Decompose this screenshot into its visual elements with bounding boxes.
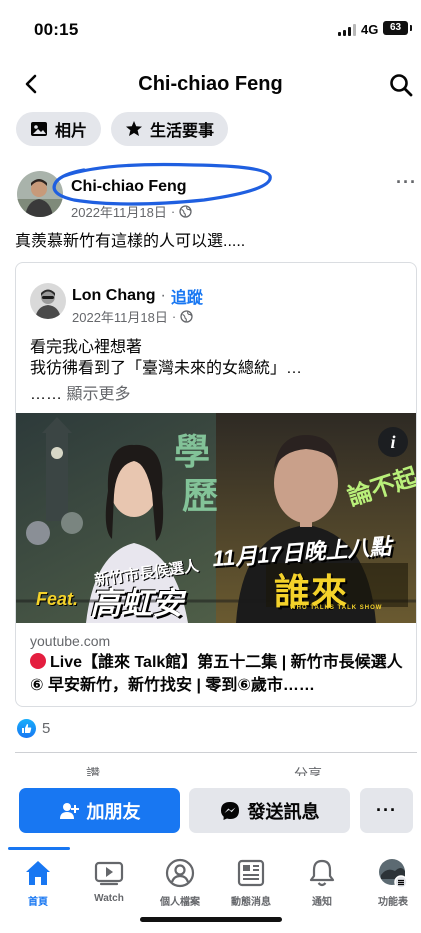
- battery-icon: 63: [383, 21, 412, 35]
- follow-link[interactable]: 追蹤: [171, 284, 203, 308]
- home-indicator: [140, 917, 282, 922]
- see-more-ellipsis: ……: [30, 386, 62, 403]
- post-date[interactable]: 2022年11月18日: [71, 202, 167, 221]
- menu-avatar-icon: [379, 859, 408, 889]
- tab-profile[interactable]: 個人檔案: [145, 857, 215, 913]
- like-reaction-icon: [17, 719, 36, 738]
- link-title[interactable]: Live【誰來 Talk館】第五十二集 | 新竹市長候選人⑥ 早安新竹，新竹找安…: [30, 651, 410, 697]
- nav-header: Chi-chiao Feng: [0, 60, 421, 110]
- tab-news-feed[interactable]: 動態消息: [216, 857, 286, 913]
- author-avatar-image: [17, 171, 63, 217]
- shared-post-text: 看完我心裡想著 我彷彿看到了「臺灣未來的女總統」…: [30, 337, 302, 379]
- tab-news-feed-label: 動態消息: [231, 897, 271, 908]
- shared-text-line-1: 看完我心裡想著: [30, 339, 143, 356]
- page-title: Chi-chiao Feng: [138, 73, 283, 95]
- reactions-count: 5: [42, 720, 51, 737]
- bell-icon: [309, 859, 335, 887]
- post-author-name[interactable]: Chi-chiao Feng: [71, 178, 187, 196]
- shared-post-date[interactable]: 2022年11月18日: [72, 307, 168, 326]
- tab-notifications[interactable]: 通知: [287, 857, 357, 913]
- status-time: 00:15: [34, 20, 79, 39]
- search-icon[interactable]: [388, 72, 414, 98]
- share-action-peek[interactable]: 分享: [294, 764, 322, 776]
- post-text: 真羨慕新竹有這樣的人可以選.....: [15, 233, 246, 250]
- tab-home-label: 首頁: [28, 897, 48, 908]
- active-tab-indicator: [8, 847, 70, 850]
- tab-menu[interactable]: 功能表: [358, 857, 421, 913]
- messenger-icon: [220, 801, 239, 820]
- like-action-peek[interactable]: 讚: [86, 764, 100, 776]
- shared-author-avatar[interactable]: [30, 283, 66, 319]
- shared-separator: ·: [160, 287, 166, 304]
- thumb-caption-name: 高虹安: [90, 586, 183, 621]
- globe-icon: [179, 205, 192, 218]
- link-domain: youtube.com: [30, 633, 111, 649]
- shared-author-row: Lon Chang · 追蹤: [72, 284, 203, 308]
- chip-photos[interactable]: 相片: [16, 112, 102, 146]
- author-avatar[interactable]: [17, 171, 63, 217]
- chip-life-events-label: 生活要事: [150, 123, 215, 140]
- signal-strength-icon: [338, 24, 356, 36]
- status-bar: 00:15 4G 63: [0, 0, 421, 56]
- shared-meta: 2022年11月18日 ·: [72, 307, 193, 326]
- star-icon: [126, 121, 143, 136]
- shared-avatar-image: [30, 283, 66, 319]
- post-more-options-icon[interactable]: ···: [396, 172, 417, 193]
- live-dot-icon: [30, 653, 46, 669]
- more-actions-button[interactable]: ···: [360, 788, 413, 833]
- meta-separator: ·: [170, 204, 176, 219]
- shared-meta-separator: ·: [171, 309, 177, 324]
- send-message-label: 發送訊息: [247, 801, 320, 822]
- add-friend-button[interactable]: 加朋友: [19, 788, 180, 833]
- tab-notifications-label: 通知: [312, 897, 332, 908]
- chip-life-events[interactable]: 生活要事: [111, 112, 229, 146]
- shared-author-name[interactable]: Lon Chang: [72, 287, 156, 305]
- chip-photos-label: 相片: [55, 123, 88, 140]
- thumb-caption-show-sub: WHO TALKS TALK SHOW: [290, 605, 383, 611]
- video-thumbnail[interactable]: 學 歷 論不起 11月17日晚上八點 新竹市長候選人 Feat. 高虹安 誰來ᴛ…: [16, 413, 416, 623]
- reactions-summary[interactable]: 5: [17, 719, 50, 738]
- thumb-caption-feat: Feat.: [36, 589, 79, 609]
- post-divider: [15, 752, 417, 753]
- thumb-caption-li: 歷: [182, 475, 219, 516]
- video-icon: [94, 861, 124, 886]
- network-type: 4G: [361, 22, 379, 37]
- profile-icon: [165, 858, 195, 888]
- see-more-row[interactable]: …… 顯示更多: [30, 380, 130, 404]
- link-title-text: Live【誰來 Talk館】第五十二集 | 新竹市長候選人⑥ 早安新竹，新竹找安…: [30, 654, 403, 694]
- add-friend-icon: [59, 802, 79, 819]
- thumb-caption-show: 誰來ᴛᴀʟᴋ館: [274, 571, 349, 612]
- tab-home[interactable]: 首頁: [3, 857, 73, 913]
- tab-menu-label: 功能表: [378, 897, 408, 908]
- post-meta: 2022年11月18日 ·: [71, 202, 192, 221]
- see-more-link[interactable]: 顯示更多: [66, 386, 130, 403]
- shared-text-line-2: 我彷彿看到了「臺灣未來的女總統」…: [30, 360, 303, 377]
- send-message-button[interactable]: 發送訊息: [189, 788, 350, 833]
- globe-icon: [180, 310, 193, 323]
- photo-icon: [31, 122, 47, 136]
- home-icon: [26, 861, 50, 885]
- shared-post-card[interactable]: Lon Chang · 追蹤 2022年11月18日 · 看完我心裡想著 我彷彿…: [15, 262, 417, 707]
- profile-chips: 相片 生活要事: [16, 112, 229, 146]
- news-icon: [237, 859, 265, 887]
- tab-watch-label: Watch: [94, 893, 124, 904]
- tab-profile-label: 個人檔案: [160, 897, 200, 908]
- add-friend-label: 加朋友: [86, 801, 141, 822]
- info-icon[interactable]: i: [378, 427, 408, 457]
- tab-watch[interactable]: Watch: [74, 857, 144, 913]
